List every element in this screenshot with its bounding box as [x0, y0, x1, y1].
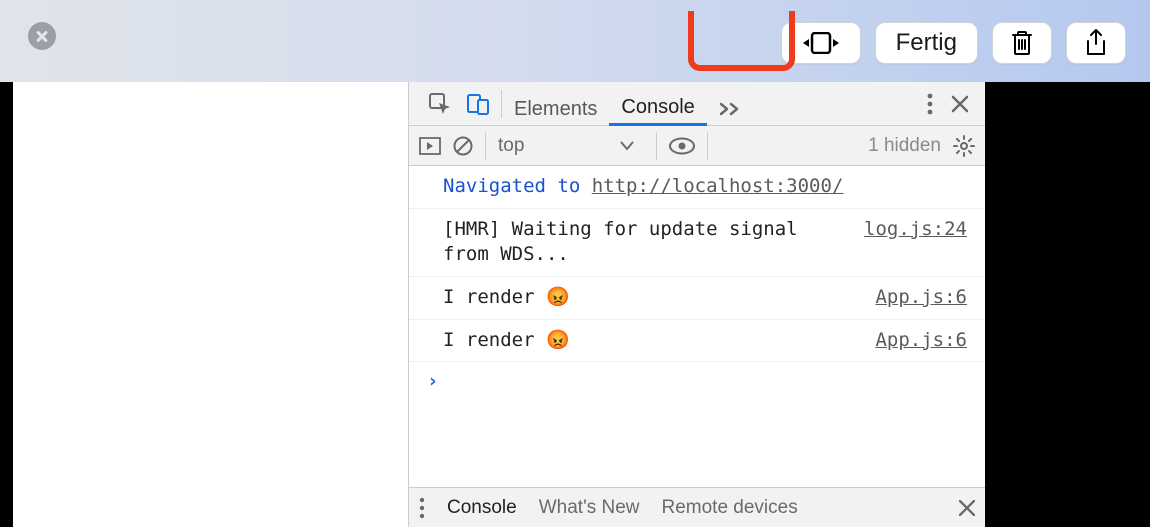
toggle-device-icon[interactable]	[467, 93, 489, 115]
live-expression-icon[interactable]	[669, 137, 695, 155]
hidden-count[interactable]: 1 hidden	[868, 135, 941, 157]
log-message: [HMR] Waiting for update signal from WDS…	[443, 217, 846, 268]
tab-console-label: Console	[621, 96, 694, 119]
drawer-tab-remote[interactable]: Remote devices	[661, 497, 797, 519]
prompt-caret: ›	[427, 370, 438, 392]
nav-url[interactable]: http://localhost:3000/	[592, 175, 844, 197]
console-log-row: [HMR] Waiting for update signal from WDS…	[409, 209, 985, 277]
devtools-tabbar: Elements Console	[409, 82, 985, 126]
console-toolbar: top 1 hidden	[409, 126, 985, 166]
nav-label: Navigated to	[443, 175, 592, 197]
devtools-drawer: Console What's New Remote devices	[409, 487, 985, 527]
trash-icon	[1011, 30, 1033, 56]
close-devtools-icon[interactable]	[951, 95, 969, 113]
letterbox-left	[0, 82, 13, 527]
drawer-remote-label: Remote devices	[661, 497, 797, 518]
page-content	[13, 82, 408, 527]
console-log-row: I render 😡 App.js:6	[409, 320, 985, 363]
log-source[interactable]: App.js:6	[875, 285, 967, 311]
log-message: I render 😡	[443, 328, 857, 354]
done-button[interactable]: Fertig	[875, 22, 978, 64]
console-log-row: I render 😡 App.js:6	[409, 277, 985, 320]
execution-context-select[interactable]: top	[498, 135, 644, 157]
toolbar-right-group: Fertig	[781, 22, 1126, 64]
tabs-overflow-button[interactable]	[707, 82, 753, 126]
browser-toolbar: Fertig	[0, 0, 1150, 82]
devtools-panel: Elements Console	[408, 82, 985, 527]
console-prompt[interactable]: ›	[409, 362, 985, 400]
annotation-highlight	[688, 11, 795, 71]
execution-context-label: top	[498, 135, 524, 157]
drawer-whatsnew-label: What's New	[539, 497, 640, 518]
clear-console-icon[interactable]	[453, 136, 473, 156]
viewport: Elements Console	[0, 82, 1150, 527]
share-icon	[1085, 29, 1107, 57]
tab-elements-label: Elements	[514, 98, 597, 121]
console-output[interactable]: Navigated to http://localhost:3000/ [HMR…	[409, 166, 985, 487]
inspect-element-icon[interactable]	[429, 93, 451, 115]
tab-console[interactable]: Console	[609, 82, 706, 126]
done-button-label: Fertig	[896, 29, 957, 57]
drawer-console-label: Console	[447, 497, 517, 518]
share-button[interactable]	[1066, 22, 1126, 64]
chevrons-right-icon	[719, 102, 741, 116]
gear-icon	[953, 135, 975, 157]
letterbox-right	[985, 82, 1150, 527]
log-source[interactable]: log.js:24	[864, 217, 967, 243]
console-settings-icon[interactable]	[953, 135, 975, 157]
drawer-kebab-icon[interactable]	[419, 497, 425, 519]
log-source[interactable]: App.js:6	[875, 328, 967, 354]
separator	[485, 132, 486, 160]
console-nav-message: Navigated to http://localhost:3000/	[409, 166, 985, 209]
log-message: I render 😡	[443, 285, 857, 311]
tab-elements[interactable]: Elements	[502, 82, 609, 126]
responsive-icon	[800, 32, 842, 54]
drawer-tab-console[interactable]: Console	[447, 497, 517, 519]
separator	[656, 132, 657, 160]
drawer-tab-whatsnew[interactable]: What's New	[539, 497, 640, 519]
chevron-down-icon	[620, 141, 634, 151]
separator	[707, 132, 708, 160]
kebab-menu-icon[interactable]	[927, 93, 933, 115]
trash-button[interactable]	[992, 22, 1052, 64]
toggle-sidebar-icon[interactable]	[419, 137, 441, 155]
close-icon[interactable]	[28, 22, 56, 50]
close-drawer-icon[interactable]	[959, 500, 975, 516]
